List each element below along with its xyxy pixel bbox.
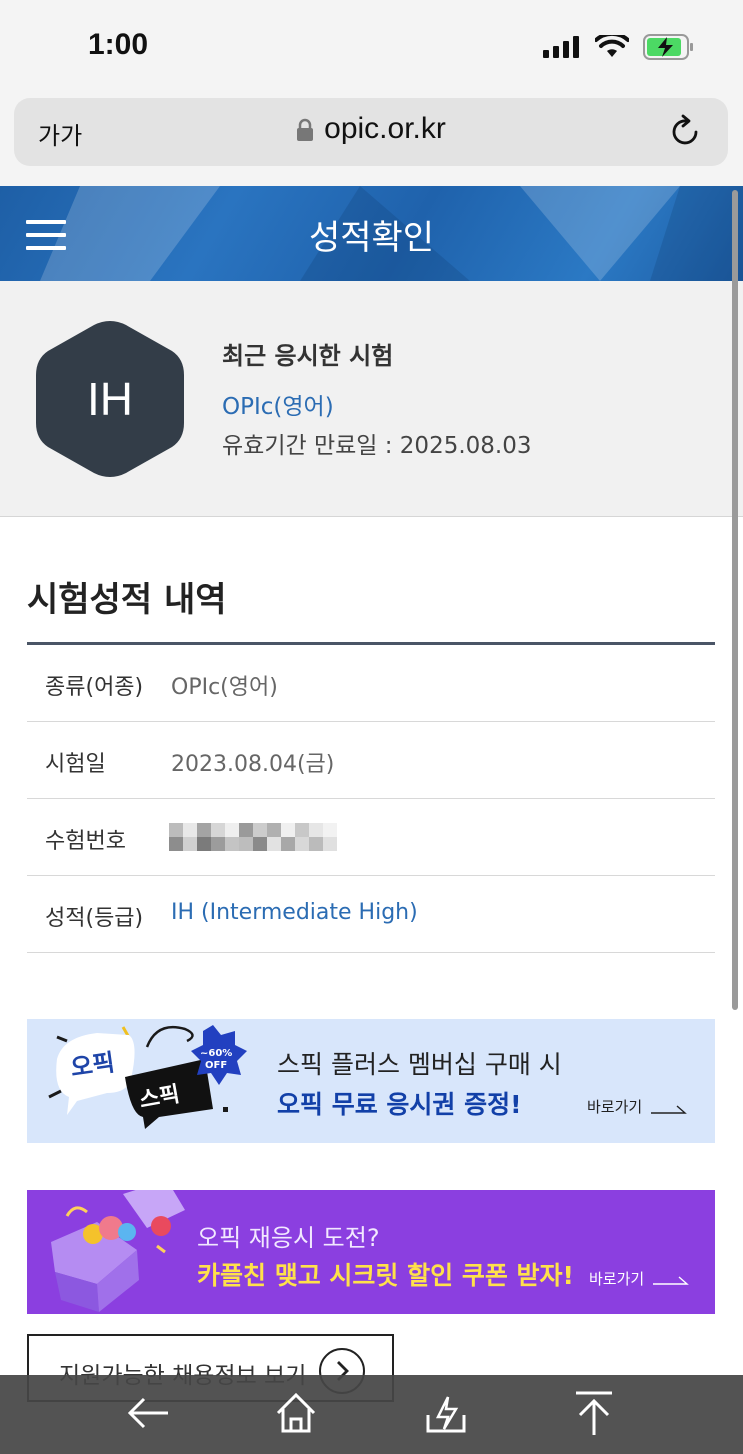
home-icon[interactable] — [272, 1389, 320, 1437]
row-label: 종류(어종) — [45, 675, 144, 700]
arrow-right-icon — [651, 1105, 687, 1114]
spic-promo-illustration: 오픽 스픽 ~60% OFF — [48, 1025, 247, 1129]
address-bar[interactable]: 가가 opic.or.kr — [14, 98, 728, 166]
status-bar: 1:00 — [0, 0, 743, 92]
page-header: 성적확인 — [0, 186, 743, 281]
recent-exam-summary: IH 최근 응시한 시험 OPIc(영어) 유효기간 만료일 : 2025.08… — [0, 281, 743, 517]
row-value: 2023.08.04(금) — [171, 752, 335, 777]
spic-promo-banner[interactable]: 오픽 스픽 ~60% OFF 스픽 플러스 멤버십 구매 시 오픽 무료 응시권… — [27, 1019, 715, 1143]
battery-charging-icon — [643, 34, 693, 60]
recent-exam-name: OPIc(영어) — [222, 394, 334, 420]
row-label: 시험일 — [45, 752, 106, 777]
arrow-right-icon — [653, 1276, 689, 1285]
table-row: 시험일 2023.08.04(금) — [27, 722, 715, 799]
bottom-toolbar — [0, 1375, 743, 1454]
back-arrow-icon[interactable] — [124, 1389, 172, 1437]
spic-promo-link[interactable]: 바로가기 — [587, 1096, 642, 1117]
results-section-title: 시험성적 내역 — [27, 580, 227, 620]
spic-promo-line2: 오픽 무료 응시권 증정! — [277, 1090, 522, 1119]
results-table: 종류(어종) OPIc(영어) 시험일 2023.08.04(금) 수험번호 성… — [27, 642, 715, 953]
share-icon[interactable] — [422, 1389, 470, 1437]
grade-badge-text: IH — [87, 373, 133, 425]
coupon-promo-banner[interactable]: 오픽 재응시 도전? 카플친 맺고 시크릿 할인 쿠폰 받자! 바로가기 — [27, 1190, 715, 1314]
table-row: 종류(어종) OPIc(영어) — [27, 645, 715, 722]
browser-chrome: 가가 opic.or.kr — [0, 92, 743, 186]
coupon-promo-line1: 오픽 재응시 도전? — [197, 1224, 380, 1252]
coupon-promo-line2: 카플친 맺고 시크릿 할인 쿠폰 받자! — [197, 1261, 574, 1290]
gift-box-icon — [51, 1190, 185, 1312]
scroll-top-icon[interactable] — [570, 1389, 618, 1437]
page-title: 성적확인 — [308, 218, 435, 258]
spic-promo-line1: 스픽 플러스 멤버십 구매 시 — [277, 1050, 562, 1079]
row-label: 수험번호 — [45, 829, 126, 854]
signal-icon — [543, 36, 579, 58]
table-row: 수험번호 — [27, 799, 715, 876]
discount-sub-text: OFF — [205, 1060, 227, 1071]
row-value: OPIc(영어) — [171, 675, 278, 700]
discount-text: ~60% — [200, 1048, 232, 1059]
status-icons — [543, 34, 695, 60]
wifi-icon — [595, 35, 629, 57]
reload-icon[interactable] — [670, 114, 702, 148]
recent-exam-title: 최근 응시한 시험 — [222, 342, 394, 370]
status-time: 1:00 — [88, 28, 149, 61]
url-text: opic.or.kr — [324, 112, 446, 145]
grade-value: IH (Intermediate High) — [171, 900, 418, 925]
redacted-exam-number — [169, 823, 343, 853]
table-row: 성적(등급) IH (Intermediate High) — [27, 876, 715, 953]
url-display[interactable]: opic.or.kr — [14, 112, 728, 146]
expiry-date: 유효기간 만료일 : 2025.08.03 — [222, 433, 532, 459]
lock-icon — [297, 118, 314, 142]
scrollbar[interactable] — [732, 190, 738, 1010]
coupon-promo-link[interactable]: 바로가기 — [589, 1268, 644, 1289]
row-label: 성적(등급) — [45, 906, 144, 931]
